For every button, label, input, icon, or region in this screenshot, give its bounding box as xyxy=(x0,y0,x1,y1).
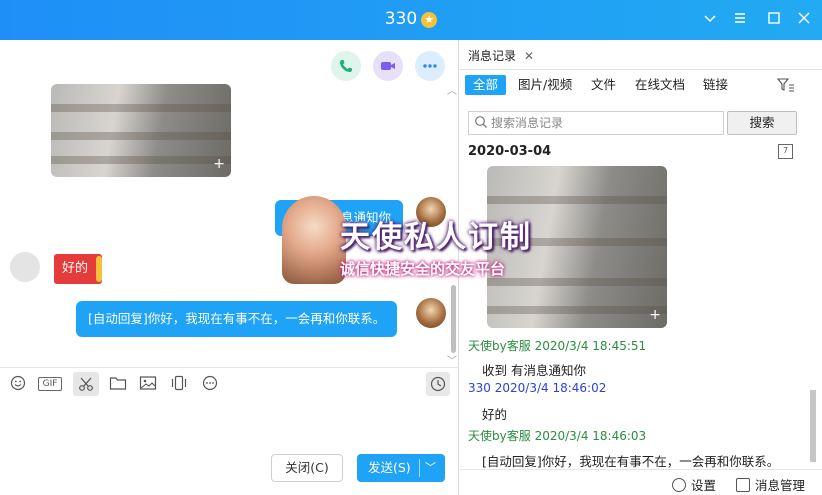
search-icon xyxy=(475,116,487,128)
ad-overlay[interactable]: 天使私人订制 诚信快捷安全的交友平台 xyxy=(276,196,552,288)
filter-all[interactable]: 全部 xyxy=(465,75,507,95)
expand-icon: + xyxy=(213,156,225,172)
scroll-up-arrow-icon[interactable]: ︿ xyxy=(447,82,457,97)
search-input[interactable] xyxy=(491,114,719,132)
avatar[interactable] xyxy=(10,252,40,282)
history-entry-text: [自动回复]你好，我现在有事不在，一会再和你联系。 xyxy=(482,454,780,469)
close-tab-icon[interactable]: ✕ xyxy=(524,49,534,63)
more-circle-icon[interactable] xyxy=(200,375,220,393)
close-button[interactable]: 关闭(C) xyxy=(271,454,343,482)
message-manager-button[interactable]: 消息管理 xyxy=(736,475,805,494)
more-icon[interactable] xyxy=(415,51,445,81)
date-header: 2020-03-04 xyxy=(468,144,552,159)
maximize-icon[interactable] xyxy=(764,10,784,30)
settings-button[interactable]: 设置 xyxy=(672,475,716,494)
history-entry-meta: 天使by客服 2020/3/4 18:46:03 xyxy=(468,429,647,443)
ad-character-image xyxy=(282,196,346,284)
shake-icon[interactable] xyxy=(169,375,189,393)
close-icon[interactable] xyxy=(794,10,814,30)
clock-icon[interactable] xyxy=(426,372,450,396)
tab-message-history[interactable]: 消息记录 ✕ xyxy=(468,47,534,64)
history-footer: 设置 消息管理 xyxy=(460,469,822,495)
emoji-icon[interactable] xyxy=(8,375,28,393)
star-badge-icon: ★ xyxy=(421,12,438,28)
input-toolbar: GIF xyxy=(0,367,459,399)
filter-files[interactable]: 文件 xyxy=(583,75,624,95)
send-button-label: 发送(S) xyxy=(368,460,411,475)
gif-icon[interactable]: GIF xyxy=(38,377,62,391)
chat-scrollbar[interactable] xyxy=(451,285,456,353)
title-bar: 330 ★ xyxy=(0,0,822,40)
send-options-chevron-icon[interactable]: ﹀ xyxy=(425,454,436,482)
send-button[interactable]: 发送(S) ﹀ xyxy=(357,454,445,482)
search-box xyxy=(468,111,724,135)
history-entry-text: 收到 有消息通知你 xyxy=(482,363,586,378)
calendar-icon[interactable]: 7 xyxy=(778,144,793,159)
message-manager-icon xyxy=(736,478,750,492)
message-input[interactable] xyxy=(0,400,458,450)
scroll-down-arrow-icon[interactable]: ﹀ xyxy=(447,352,457,367)
video-icon[interactable] xyxy=(373,51,403,81)
scissors-icon[interactable] xyxy=(73,372,99,396)
settings-icon[interactable] xyxy=(730,10,750,30)
history-entry-meta: 330 2020/3/4 18:46:02 xyxy=(468,381,607,395)
chevron-down-icon[interactable] xyxy=(700,10,720,30)
image-icon[interactable] xyxy=(138,375,158,393)
filter-icon[interactable] xyxy=(776,78,795,96)
search-button[interactable]: 搜索 xyxy=(727,111,797,135)
history-entry-text: 好的 xyxy=(482,407,508,422)
avatar[interactable] xyxy=(416,298,446,328)
expand-icon: + xyxy=(649,307,661,323)
history-scrollbar[interactable] xyxy=(810,390,816,462)
ad-headline: 天使私人订制 xyxy=(340,220,532,255)
message-bubble[interactable]: [自动回复]你好，我现在有事不在，一会再和你联系。 xyxy=(76,301,398,337)
filter-media[interactable]: 图片/视频 xyxy=(510,75,580,95)
filter-links[interactable]: 链接 xyxy=(695,75,736,95)
history-entry-meta: 天使by客服 2020/3/4 18:45:51 xyxy=(468,339,647,353)
ad-tagline: 诚信快捷安全的交友平台 xyxy=(340,260,506,278)
filter-online-docs[interactable]: 在线文档 xyxy=(627,75,693,95)
settings-gear-icon xyxy=(672,478,686,492)
window-title: 330 ★ xyxy=(0,9,822,29)
image-message[interactable]: + xyxy=(51,84,231,177)
sticker-message[interactable]: 好的 xyxy=(54,254,102,284)
phone-icon[interactable] xyxy=(331,51,361,81)
folder-icon[interactable] xyxy=(108,375,128,393)
